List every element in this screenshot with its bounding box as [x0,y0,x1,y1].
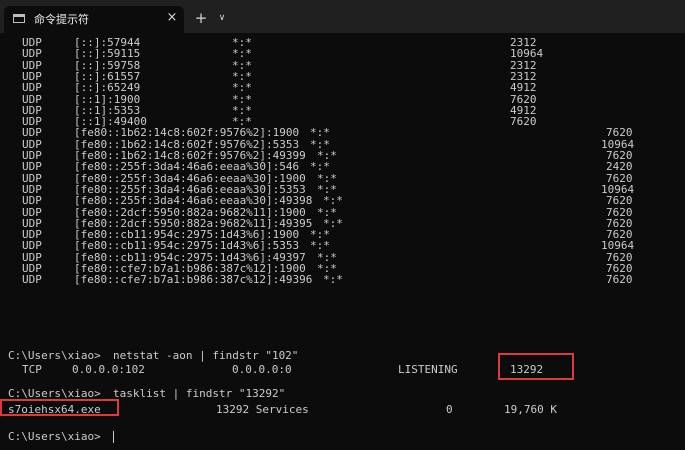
row-protocol: UDP [22,47,42,61]
row-protocol: UDP [22,160,42,174]
row-local-address: [fe80::255f:3da4:46a6:eeaa%30]:546 [74,160,300,174]
row-foreign-address: *:* [310,239,330,253]
terminal-output[interactable]: UDP [::]:57944 *:* 2312 UDP [::]:59115 *:* 1096… [0,33,685,450]
result-pid-session: 13292 Services [216,403,309,416]
close-tab-icon[interactable]: × [164,8,180,28]
text-cursor [113,431,114,443]
row-pid: 2420 [606,160,633,174]
tab-command-prompt[interactable]: 命令提示符 × [4,6,184,33]
row-pid: 7620 [606,126,633,140]
row-pid: 7620 [606,194,633,208]
row-local-address: [fe80::cb11:954c:2975:1d43%6]:5353 [74,239,300,253]
row-protocol: UDP [22,81,42,95]
title-bar: 命令提示符 × + ∨ [0,0,685,33]
result-state: LISTENING [398,363,458,376]
row-local-address: [fe80::2dcf:5950:882a:9682%11]:1900 [74,205,306,219]
row-foreign-address: *:* [310,126,330,140]
row-protocol: UDP [22,273,42,287]
row-protocol: UDP [22,205,42,219]
row-local-address: [::]:65249 [74,81,141,95]
row-foreign-address: *:* [323,273,343,287]
row-pid: 7620 [510,92,537,106]
pid-highlight-box [498,353,574,380]
row-local-address: [fe80::cfe7:b7a1:b986:387c%12]:49396 [74,273,313,287]
row-protocol: UDP [22,58,42,72]
command-netstat: netstat -aon | findstr "102" [113,349,299,362]
row-local-address: [fe80::255f:3da4:46a6:eeaa%30]:1900 [74,171,306,185]
result-proto: TCP [22,363,42,376]
result-local-address: 0.0.0.0:102 [72,363,145,376]
row-protocol: UDP [22,92,42,106]
row-pid: 10964 [510,47,544,61]
row-local-address: [::1]:1900 [74,92,141,106]
row-protocol: UDP [22,171,42,185]
row-pid: 10964 [601,239,635,253]
row-pid: 7620 [606,205,633,219]
tab-title: 命令提示符 [34,13,89,26]
command-tasklist: tasklist | findstr "13292" [113,387,286,400]
row-local-address: [::]:59758 [74,58,141,72]
new-tab-icon[interactable]: + [192,9,210,27]
row-foreign-address: *:* [323,194,343,208]
result-memory-usage: 19,760 K [504,403,557,416]
row-local-address: [::]:59115 [74,47,141,61]
row-foreign-address: *:* [310,160,330,174]
row-foreign-address: *:* [317,205,337,219]
row-foreign-address: *:* [232,81,252,95]
row-local-address: [fe80::1b62:14c8:602f:9576%2]:1900 [74,126,300,140]
row-foreign-address: *:* [232,47,252,61]
row-protocol: UDP [22,239,42,253]
row-foreign-address: *:* [317,171,337,185]
row-local-address: [fe80::255f:3da4:46a6:eeaa%30]:49398 [74,194,313,208]
image-name-highlight-box [0,399,119,416]
prompt-2: C:\Users\xiao> [8,387,101,400]
row-protocol: UDP [22,126,42,140]
row-foreign-address: *:* [232,58,252,72]
result-foreign-address: 0.0.0.0:0 [232,363,292,376]
final-prompt: C:\Users\xiao> [8,430,101,443]
row-pid: 4912 [510,81,537,95]
row-protocol: UDP [22,194,42,208]
row-pid: 7620 [606,273,633,287]
row-foreign-address: *:* [232,92,252,106]
row-pid: 2312 [510,58,537,72]
prompt-1: C:\Users\xiao> [8,349,101,362]
terminal-icon [13,14,25,23]
result-session-number: 0 [446,403,453,416]
chevron-down-icon[interactable]: ∨ [214,9,230,27]
row-pid: 7620 [510,115,537,129]
row-pid: 7620 [606,171,633,185]
